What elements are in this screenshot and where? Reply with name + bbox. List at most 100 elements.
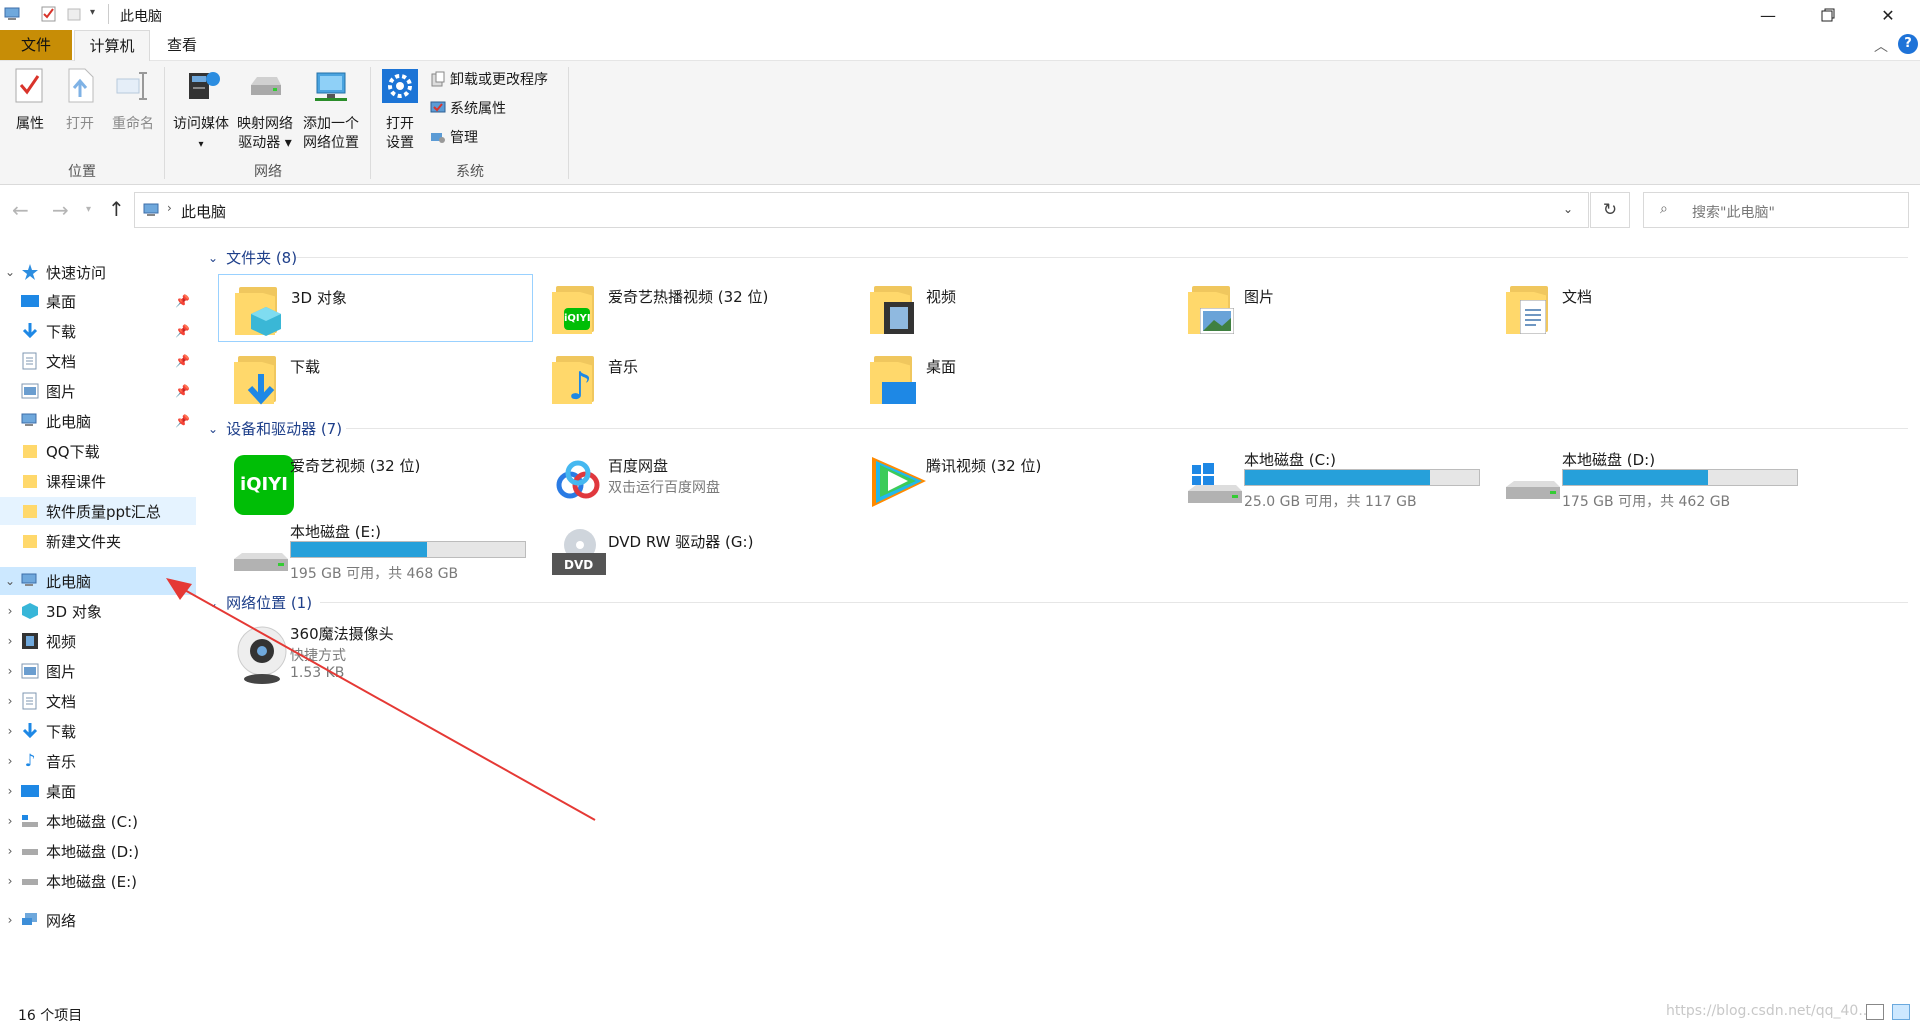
nav-pc-desktop[interactable]: › 桌面 xyxy=(0,777,196,805)
chevron-right-icon[interactable]: › xyxy=(0,844,20,858)
chevron-right-icon[interactable]: › xyxy=(0,814,20,828)
folder-tile-documents[interactable]: 文档 xyxy=(1490,274,1805,342)
map-network-drive-button[interactable]: 映射网络 驱动器 ▾ xyxy=(234,67,296,153)
section-header-devices[interactable]: ⌄ 设备和驱动器 (7) xyxy=(208,418,342,439)
chevron-right-icon[interactable]: › xyxy=(0,694,20,708)
nav-pc-music[interactable]: › ♪ 音乐 xyxy=(0,747,196,775)
nav-quick-new-folder[interactable]: 新建文件夹 xyxy=(0,527,196,555)
refresh-icon[interactable]: ↻ xyxy=(1590,192,1630,228)
section-header-network[interactable]: ⌄ 网络位置 (1) xyxy=(208,592,312,613)
section-header-folders[interactable]: ⌄ 文件夹 (8) xyxy=(208,247,297,268)
nav-pc-documents[interactable]: › 文档 xyxy=(0,687,196,715)
properties-button[interactable]: 属性 xyxy=(8,67,52,134)
breadcrumb-chevron-icon[interactable]: › xyxy=(167,201,172,215)
nav-network[interactable]: › 网络 xyxy=(0,906,196,934)
device-tile-drive-d[interactable]: 本地磁盘 (D:) 175 GB 可用，共 462 GB xyxy=(1490,443,1805,511)
tab-computer[interactable]: 计算机 xyxy=(74,30,150,61)
nav-quick-qq-downloads[interactable]: QQ下载 xyxy=(0,437,196,465)
manage-button[interactable]: 管理 xyxy=(430,127,478,147)
close-button[interactable]: ✕ xyxy=(1860,0,1916,30)
chevron-right-icon[interactable]: › xyxy=(0,604,20,618)
chevron-right-icon[interactable]: › xyxy=(0,664,20,678)
recent-locations-icon[interactable]: ▾ xyxy=(86,204,91,215)
nav-pc-videos[interactable]: › 视频 xyxy=(0,627,196,655)
pin-icon[interactable]: 📌 xyxy=(175,354,190,368)
chevron-right-icon[interactable]: › xyxy=(0,634,20,648)
nav-pc-drive-c[interactable]: › 本地磁盘 (C:) xyxy=(0,807,196,835)
up-arrow-icon[interactable]: ↑ xyxy=(108,197,125,221)
nav-quick-courseware[interactable]: 课程课件 xyxy=(0,467,196,495)
new-folder-icon[interactable] xyxy=(66,5,84,23)
iqiyi-folder-icon: iQIYI xyxy=(548,282,604,338)
chevron-right-icon[interactable]: › xyxy=(0,784,20,798)
device-tile-dvd[interactable]: DVD DVD RW 驱动器 (G:) xyxy=(536,515,851,583)
forward-arrow-icon[interactable]: → xyxy=(52,198,69,222)
device-tile-baidu-netdisk[interactable]: 百度网盘 双击运行百度网盘 xyxy=(536,443,851,511)
back-arrow-icon[interactable]: ← xyxy=(12,198,29,222)
folder-tile-desktop[interactable]: 桌面 xyxy=(854,344,1169,412)
computer-icon[interactable] xyxy=(4,5,22,23)
nav-quick-access[interactable]: ⌄ 快速访问 xyxy=(0,258,196,286)
add-network-location-button[interactable]: 添加一个 网络位置 xyxy=(298,67,364,153)
pin-icon[interactable]: 📌 xyxy=(175,384,190,398)
restore-button[interactable] xyxy=(1800,0,1856,30)
help-icon[interactable]: ? xyxy=(1898,34,1918,54)
folder-tile-videos[interactable]: 视频 xyxy=(854,274,1169,342)
nav-quick-documents[interactable]: 文档 📌 xyxy=(0,347,196,375)
minimize-button[interactable]: — xyxy=(1740,0,1796,30)
customize-qat-icon[interactable]: ▾ xyxy=(90,7,95,18)
uninstall-programs-button[interactable]: 卸载或更改程序 xyxy=(430,69,548,89)
pin-icon[interactable]: 📌 xyxy=(175,324,190,338)
device-tile-drive-e[interactable]: 本地磁盘 (E:) 195 GB 可用，共 468 GB xyxy=(218,515,533,583)
folder-tile-iqiyi-hot[interactable]: iQIYI 爱奇艺热播视频 (32 位) xyxy=(536,274,851,342)
tab-view[interactable]: 查看 xyxy=(150,30,214,60)
folder-tile-music[interactable]: ♪ 音乐 xyxy=(536,344,851,412)
chevron-right-icon[interactable]: › xyxy=(0,874,20,888)
search-box[interactable]: ⌕ 搜索"此电脑" xyxy=(1643,192,1909,228)
folder-tile-downloads[interactable]: 下载 xyxy=(218,344,533,412)
chevron-right-icon[interactable]: › xyxy=(0,754,20,768)
nav-quick-pictures[interactable]: 图片 📌 xyxy=(0,377,196,405)
folder-tile-pictures[interactable]: 图片 xyxy=(1172,274,1487,342)
chevron-down-icon[interactable]: ⌄ xyxy=(0,574,20,588)
device-tile-drive-c[interactable]: 本地磁盘 (C:) 25.0 GB 可用，共 117 GB xyxy=(1172,443,1487,511)
open-settings-label-1: 打开 xyxy=(386,116,414,132)
device-tile-tencent-video[interactable]: 腾讯视频 (32 位) xyxy=(854,443,1169,511)
nav-pc-3d-objects[interactable]: › 3D 对象 xyxy=(0,597,196,625)
open-button[interactable]: 打开 xyxy=(58,67,102,134)
nav-this-pc[interactable]: ⌄ 此电脑 xyxy=(0,567,196,595)
pin-icon[interactable]: 📌 xyxy=(175,294,190,308)
nav-quick-software-quality[interactable]: 软件质量ppt汇总 xyxy=(0,497,196,525)
nav-quick-downloads[interactable]: 下载 📌 xyxy=(0,317,196,345)
pin-icon[interactable]: 📌 xyxy=(175,414,190,428)
nav-quick-desktop[interactable]: 桌面 📌 xyxy=(0,287,196,315)
details-view-icon[interactable] xyxy=(1866,1004,1884,1020)
breadcrumb[interactable]: 此电脑 xyxy=(181,201,226,222)
access-media-button[interactable]: 访问媒体 ▾ xyxy=(170,67,232,154)
rename-button[interactable]: 重命名 xyxy=(106,67,160,134)
nav-quick-thispc[interactable]: 此电脑 📌 xyxy=(0,407,196,435)
search-input[interactable]: 搜索"此电脑" xyxy=(1692,202,1775,222)
chevron-down-icon[interactable]: ⌄ xyxy=(208,422,218,436)
nav-pc-pictures[interactable]: › 图片 xyxy=(0,657,196,685)
nav-pc-drive-d[interactable]: › 本地磁盘 (D:) xyxy=(0,837,196,865)
address-bar[interactable]: › 此电脑 ⌄ xyxy=(134,192,1589,228)
system-properties-button[interactable]: 系统属性 xyxy=(430,98,506,118)
tab-file[interactable]: 文件 xyxy=(0,30,72,60)
device-tile-iqiyi[interactable]: iQIYI 爱奇艺视频 (32 位) xyxy=(218,443,533,515)
properties-check-icon[interactable] xyxy=(40,5,58,23)
address-dropdown-icon[interactable]: ⌄ xyxy=(1563,202,1573,216)
nav-pc-drive-e[interactable]: › 本地磁盘 (E:) xyxy=(0,867,196,895)
group-divider xyxy=(370,67,371,179)
chevron-down-icon[interactable]: ⌄ xyxy=(208,596,218,610)
network-tile-360-camera[interactable]: 360魔法摄像头 快捷方式 1.53 KB xyxy=(218,615,533,687)
chevron-down-icon[interactable]: ⌄ xyxy=(208,251,218,265)
tiles-view-icon[interactable] xyxy=(1892,1004,1910,1020)
chevron-right-icon[interactable]: › xyxy=(0,913,20,927)
folder-tile-3d-objects[interactable]: 3D 对象 xyxy=(218,274,533,342)
chevron-down-icon[interactable]: ⌄ xyxy=(0,265,20,279)
nav-pc-downloads[interactable]: › 下载 xyxy=(0,717,196,745)
chevron-right-icon[interactable]: › xyxy=(0,724,20,738)
open-settings-button[interactable]: 打开 设置 xyxy=(376,67,424,153)
collapse-ribbon-icon[interactable]: ︿ xyxy=(1874,36,1888,56)
